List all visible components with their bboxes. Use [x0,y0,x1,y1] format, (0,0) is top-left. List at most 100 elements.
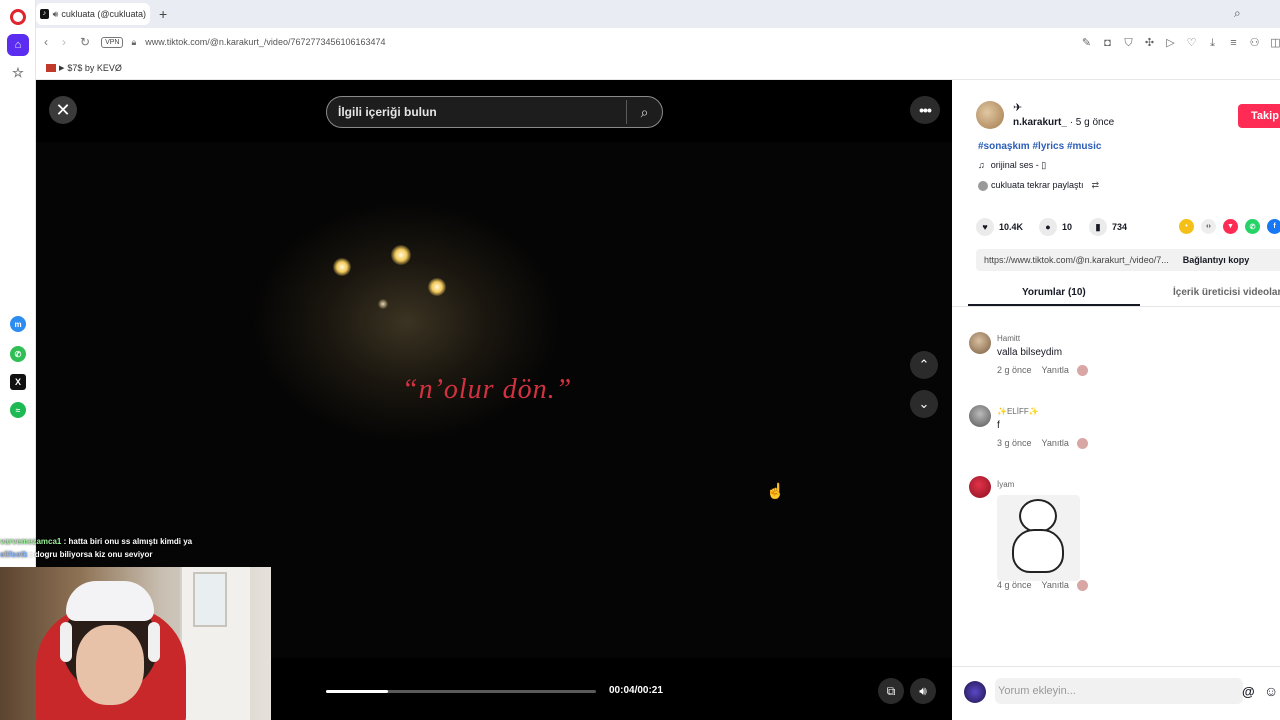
opera-logo[interactable] [10,9,26,25]
play-icon[interactable]: ▷ [1160,36,1181,49]
coin-icon[interactable]: • [1179,219,1194,234]
tab-creator-videos[interactable]: İçerik üreticisi videoları [1173,287,1280,298]
panel-tabs: Yorumlar (10) İçerik üreticisi videoları [952,280,1280,307]
browser-tab[interactable]: ♪ 🔊︎ cukluata (@cukluata) [36,3,150,25]
star-icon[interactable]: ☆ [7,62,29,84]
save-count: 734 [1112,222,1128,232]
comment-icon: ● [1039,218,1057,236]
like-count: 10.4K [999,222,1024,232]
bookmark-item[interactable]: $7$ by KEVØ [67,63,122,73]
forward-icon[interactable]: › [62,35,66,49]
share-link-row: https://www.tiktok.com/@n.karakurt_/vide… [976,249,1280,271]
author-name[interactable]: n.karakurt_ [1013,117,1067,128]
chat-text: : dogru biliyorsa kiz onu seviyor [27,550,153,559]
whatsapp-share-icon[interactable]: ✆ [1245,219,1260,234]
tab-title: cukluata (@cukluata) [61,9,146,19]
repost-text[interactable]: cukluata tekrar paylaştı [991,180,1084,190]
creator-liked-icon [1076,580,1088,592]
camera-icon[interactable]: ◘ [1097,37,1118,49]
follow-button[interactable]: Takip [1238,104,1280,128]
related-search: ⌕ [326,96,663,128]
tab-search-icon[interactable]: ⌕ [1234,6,1241,21]
street-light [378,299,388,309]
new-tab-button[interactable]: + [159,6,167,22]
comment-stat[interactable]: ● 10 [1039,218,1072,236]
reply-button[interactable]: Yanıtla [1042,580,1069,590]
reposter-avatar [978,180,988,191]
repost-row: cukluata tekrar paylaştı ⇄ [978,180,1099,191]
stream-chat: varvemezamca1 : hatta biri onu ss almışt… [0,537,270,563]
comment-author[interactable]: İyam [997,480,1014,489]
mention-icon[interactable]: @ [1242,684,1255,699]
bookmarks-bar: ▶ $7$ by KEVØ [36,56,1280,80]
creator-liked-icon [1076,365,1088,377]
chevron-down-icon[interactable]: ⌄ [910,390,938,418]
progress-fill [326,690,389,693]
url-field[interactable]: www.tiktok.com/@n.karakurt_/video/767277… [145,37,385,47]
comment-author[interactable]: Hamitt [997,334,1020,343]
send-icon[interactable]: ▼ [1223,219,1238,234]
reply-button[interactable]: Yanıtla [1042,438,1069,448]
vpn-badge[interactable]: VPN [101,36,124,48]
copy-link-button[interactable]: Bağlantıyı kopy [1183,255,1250,265]
reply-button[interactable]: Yanıtla [1042,365,1069,375]
pip-icon[interactable]: ⧉ [878,678,904,704]
streamer-hat [66,581,154,621]
user-avatar[interactable] [964,681,986,703]
webcam-overlay [0,567,271,720]
comment-count: 10 [1062,222,1073,232]
avatar[interactable] [969,405,991,427]
download-icon[interactable]: ⤓ [1202,37,1223,50]
spotify-icon[interactable]: ≈ [10,402,26,418]
sticker-body [1012,529,1064,573]
sound-name: orijinal ses - ▯ [990,160,1047,170]
video-caption: “n’olur dön.” [402,374,573,405]
heart-toolbar-icon[interactable]: ♡ [1181,36,1202,49]
save-stat[interactable]: ▮ 734 [1089,218,1127,236]
x-icon[interactable]: X [10,374,26,390]
messenger-icon[interactable]: m [10,316,26,332]
extensions-icon[interactable]: ✣ [1139,36,1160,49]
snapshot-icon[interactable]: ◫ [1265,36,1280,49]
comment-text: f [997,420,1000,431]
volume-icon[interactable]: 🔊︎ [910,678,936,704]
music-note-icon: ♫ [978,160,985,170]
author-avatar[interactable] [976,101,1004,129]
share-link[interactable]: https://www.tiktok.com/@n.karakurt_/vide… [984,255,1169,265]
comment-author[interactable]: ✨ELİFF✨ [997,407,1039,416]
home-icon[interactable]: ⌂ [7,34,29,56]
speaker-icon[interactable]: 🔊︎ [53,9,59,20]
street-light [428,278,446,296]
embed-icon[interactable]: ‹› [1201,219,1216,234]
emoji-icon[interactable]: ☺ [1264,683,1278,699]
close-icon[interactable]: ✕ [49,96,77,124]
progress-bar[interactable] [326,690,596,693]
comment-meta: 2 g önce Yanıtla [997,365,1088,377]
facebook-icon[interactable]: f [1267,219,1280,234]
avatar[interactable] [969,332,991,354]
chat-message: elifsetk : dogru biliyorsa kiz onu seviy… [0,550,270,559]
whatsapp-icon[interactable]: ✆ [10,346,26,362]
profile-icon[interactable]: ⚇ [1244,36,1265,49]
menu-icon[interactable]: ≡ [1223,37,1244,49]
avatar[interactable] [969,476,991,498]
streamer-face [76,625,144,705]
comment-input[interactable] [995,678,1243,704]
bookmark-thumbnail-icon [46,63,56,72]
search-icon[interactable]: ⌕ [626,100,662,124]
chevron-up-icon[interactable]: ⌃ [910,351,938,379]
shield-icon[interactable]: ⛉ [1118,37,1139,50]
edit-icon[interactable]: ✎ [1076,36,1097,49]
hashtags[interactable]: #sonaşkım #lyrics #music [978,141,1101,152]
sound-row[interactable]: ♫ orijinal ses - ▯ [978,160,1046,171]
tab-bar: ♪ 🔊︎ cukluata (@cukluata) + ⌕ [36,0,1280,28]
headphones [148,622,160,662]
reload-icon[interactable]: ↻ [80,35,90,49]
more-icon[interactable]: ••• [910,96,940,124]
search-input[interactable] [338,105,626,119]
tab-comments[interactable]: Yorumlar (10) [1022,287,1086,298]
like-stat[interactable]: ♥ 10.4K [976,218,1023,236]
address-bar: ‹ › ↻ VPN 🔒︎ www.tiktok.com/@n.karakurt_… [36,28,1280,56]
sticker-head [1019,499,1057,533]
back-icon[interactable]: ‹ [44,35,48,49]
